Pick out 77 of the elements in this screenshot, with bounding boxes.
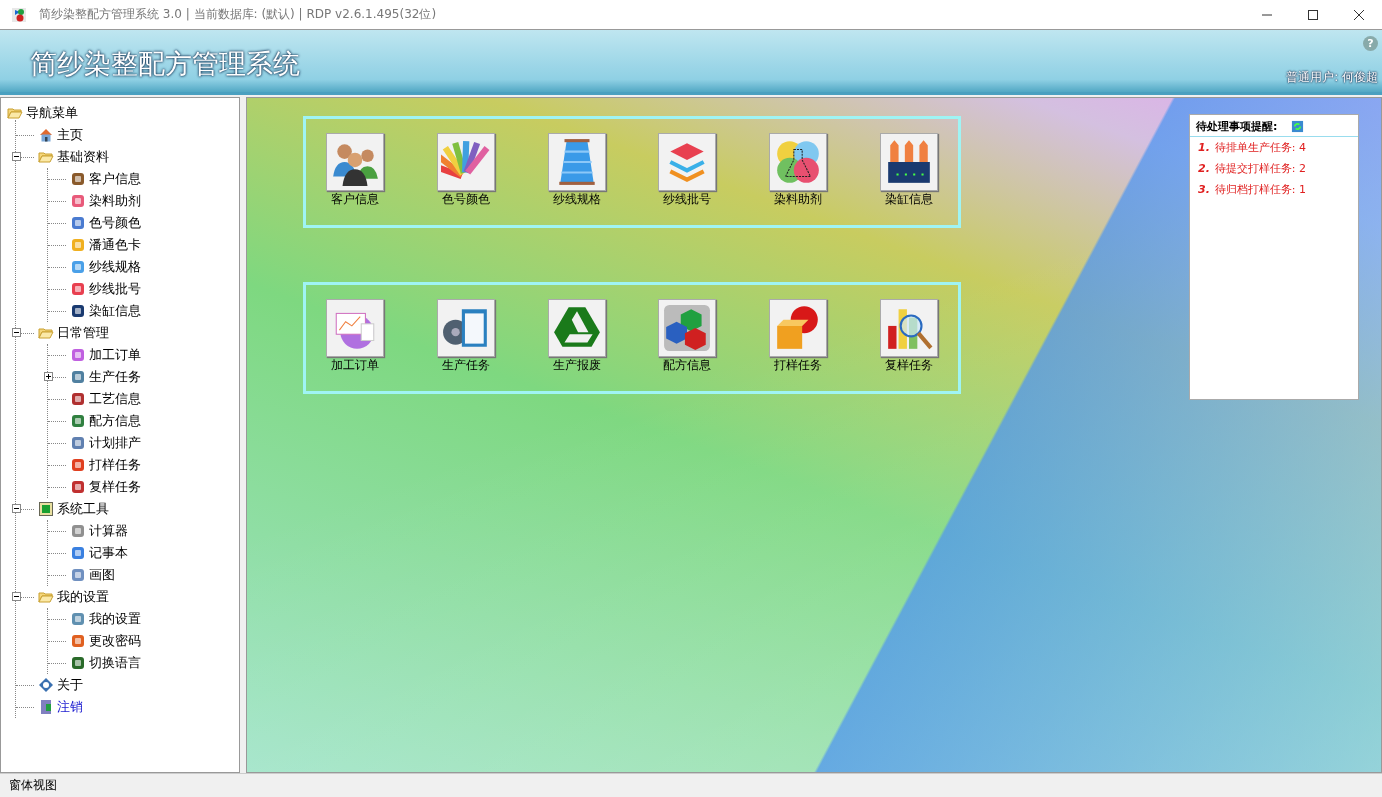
app-icon [11, 6, 27, 23]
tree-item[interactable]: 配方信息 [89, 412, 141, 430]
app-tile-icon [70, 391, 86, 407]
tree-item[interactable]: 日常管理 [57, 324, 109, 342]
cubes-icon [662, 303, 713, 353]
collapse-toggle[interactable] [12, 592, 21, 601]
tree-item[interactable]: 潘通色卡 [89, 236, 141, 254]
tree-item[interactable]: 我的设置 [89, 610, 141, 628]
tree-item[interactable]: 画图 [89, 566, 115, 584]
tree-item[interactable]: 关于 [57, 676, 83, 694]
door-icon [38, 699, 54, 715]
status-text: 窗体视图 [9, 777, 57, 794]
app-tile-icon [70, 545, 86, 561]
house-icon [38, 127, 54, 143]
tree-item[interactable]: 计算器 [89, 522, 128, 540]
maximize-icon [1308, 9, 1318, 20]
tree-item[interactable]: 基础资料 [57, 148, 109, 166]
app-tile-icon [70, 281, 86, 297]
app-tile-icon [70, 347, 86, 363]
tree-item[interactable]: 色号颜色 [89, 214, 141, 232]
tree-item[interactable]: 记事本 [89, 544, 128, 562]
expand-toggle[interactable] [44, 372, 53, 381]
folder-icon [7, 105, 23, 121]
reminder-title: 待处理事项提醒: [1196, 119, 1278, 134]
app-tile-icon [70, 193, 86, 209]
app-tile-icon [70, 237, 86, 253]
tree-item[interactable]: 生产任务 [89, 368, 141, 386]
tree-item[interactable]: 打样任务 [89, 456, 141, 474]
tree-item[interactable]: 客户信息 [89, 170, 141, 188]
user-label: 普通用户: 何俊超 [1286, 69, 1378, 86]
folder-icon [38, 589, 54, 605]
close-icon [1354, 9, 1364, 20]
tree-item[interactable]: 染料助剂 [89, 192, 141, 210]
tree-item[interactable]: 系统工具 [57, 500, 109, 518]
item-number: 1. [1198, 141, 1210, 154]
app-tile-icon [70, 303, 86, 319]
app-tile-icon [70, 633, 86, 649]
app-tile-icon [70, 171, 86, 187]
tree-item[interactable]: 加工订单 [89, 346, 141, 364]
reminder-link[interactable]: 待提交打样任务: 2 [1214, 161, 1307, 176]
refresh-icon[interactable] [1291, 120, 1305, 133]
app-tile-icon [70, 567, 86, 583]
app-tile-icon [70, 369, 86, 385]
tree-item[interactable]: 工艺信息 [89, 390, 141, 408]
app-tile-icon [70, 523, 86, 539]
tree-item[interactable]: 注销 [57, 698, 83, 716]
reminder-link[interactable]: 待排单生产任务: 4 [1214, 140, 1307, 155]
window-title: 简纱染整配方管理系统 3.0 | 当前数据库: (默认) | RDP v2.6.1.495(32位) [39, 6, 438, 23]
item-number: 3. [1198, 183, 1210, 196]
collapse-toggle[interactable] [12, 152, 21, 161]
folder-icon [38, 149, 54, 165]
tree-item[interactable]: 更改密码 [89, 632, 141, 650]
app-tile-icon [70, 215, 86, 231]
tree-item[interactable]: 复样任务 [89, 478, 141, 496]
collapse-toggle[interactable] [12, 504, 21, 513]
app-tile-icon [70, 655, 86, 671]
tree-item[interactable]: 主页 [57, 126, 83, 144]
folder-icon [38, 325, 54, 341]
reminder-link[interactable]: 待归档打样任务: 1 [1214, 182, 1307, 197]
app-tile-icon [70, 479, 86, 495]
item-number: 2. [1198, 162, 1210, 175]
tree-item[interactable]: 切换语言 [89, 654, 141, 672]
app-tile-icon [70, 457, 86, 473]
collapse-toggle[interactable] [12, 328, 21, 337]
app-tile-icon [70, 259, 86, 275]
tree-item[interactable]: 计划排产 [89, 434, 141, 452]
tree-item[interactable]: 染缸信息 [89, 302, 141, 320]
tree-item[interactable]: 纱线规格 [89, 258, 141, 276]
app-tile-icon [70, 611, 86, 627]
tree-root[interactable]: 导航菜单 [26, 104, 78, 122]
info-diamond-icon [38, 677, 54, 693]
tree-item[interactable]: 纱线批号 [89, 280, 141, 298]
square-icon [38, 501, 54, 517]
app-title: 简纱染整配方管理系统 [30, 47, 300, 81]
tree-item[interactable]: 我的设置 [57, 588, 109, 606]
app-tile-icon [70, 413, 86, 429]
app-tile-icon [70, 435, 86, 451]
